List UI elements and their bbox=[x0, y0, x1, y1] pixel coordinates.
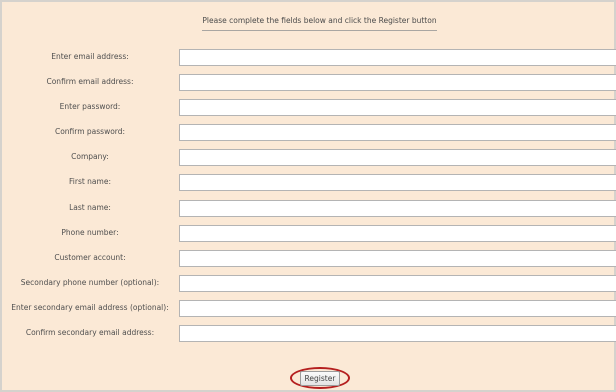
last-name-label: Last name: bbox=[69, 203, 111, 212]
customer-account-label: Customer account: bbox=[54, 253, 126, 262]
customer-account-row: Customer account: bbox=[2, 250, 616, 268]
secondary-phone-row: Secondary phone number (optional): bbox=[2, 275, 616, 293]
form-instructions: Please complete the fields below and cli… bbox=[202, 16, 437, 31]
confirm-password-input[interactable] bbox=[179, 124, 616, 141]
first-name-row: First name: bbox=[2, 174, 616, 192]
first-name-input[interactable] bbox=[179, 174, 616, 191]
confirm-email-row: Confirm email address: bbox=[2, 74, 616, 92]
confirm-password-row: Confirm password: bbox=[2, 124, 616, 142]
company-label: Company: bbox=[71, 152, 109, 161]
confirm-secondary-email-row: Confirm secondary email address: bbox=[2, 325, 616, 343]
secondary-phone-label: Secondary phone number (optional): bbox=[20, 278, 160, 287]
phone-number-input[interactable] bbox=[179, 225, 616, 242]
confirm-email-label: Confirm email address: bbox=[46, 77, 134, 86]
registration-panel: Please complete the fields below and cli… bbox=[0, 0, 616, 392]
email-row: Enter email address: bbox=[2, 49, 616, 67]
last-name-row: Last name: bbox=[2, 200, 616, 218]
first-name-label: First name: bbox=[69, 177, 111, 186]
company-input[interactable] bbox=[179, 149, 616, 166]
email-input[interactable] bbox=[179, 49, 616, 66]
secondary-email-input[interactable] bbox=[179, 300, 616, 317]
last-name-input[interactable] bbox=[179, 200, 616, 217]
confirm-password-label: Confirm password: bbox=[54, 127, 126, 136]
secondary-email-label: Enter secondary email address (optional)… bbox=[11, 303, 169, 312]
email-label: Enter email address: bbox=[51, 52, 129, 61]
phone-number-row: Phone number: bbox=[2, 225, 616, 243]
password-row: Enter password: bbox=[2, 99, 616, 117]
customer-account-input[interactable] bbox=[179, 250, 616, 267]
phone-number-label: Phone number: bbox=[61, 228, 119, 237]
register-button[interactable]: Register bbox=[300, 371, 340, 386]
secondary-email-row: Enter secondary email address (optional)… bbox=[2, 300, 616, 318]
company-row: Company: bbox=[2, 149, 616, 167]
confirm-secondary-email-input[interactable] bbox=[179, 325, 616, 342]
confirm-secondary-email-label: Confirm secondary email address: bbox=[25, 328, 155, 337]
secondary-phone-input[interactable] bbox=[179, 275, 616, 292]
password-label: Enter password: bbox=[59, 102, 121, 111]
confirm-email-input[interactable] bbox=[179, 74, 616, 91]
password-input[interactable] bbox=[179, 99, 616, 116]
